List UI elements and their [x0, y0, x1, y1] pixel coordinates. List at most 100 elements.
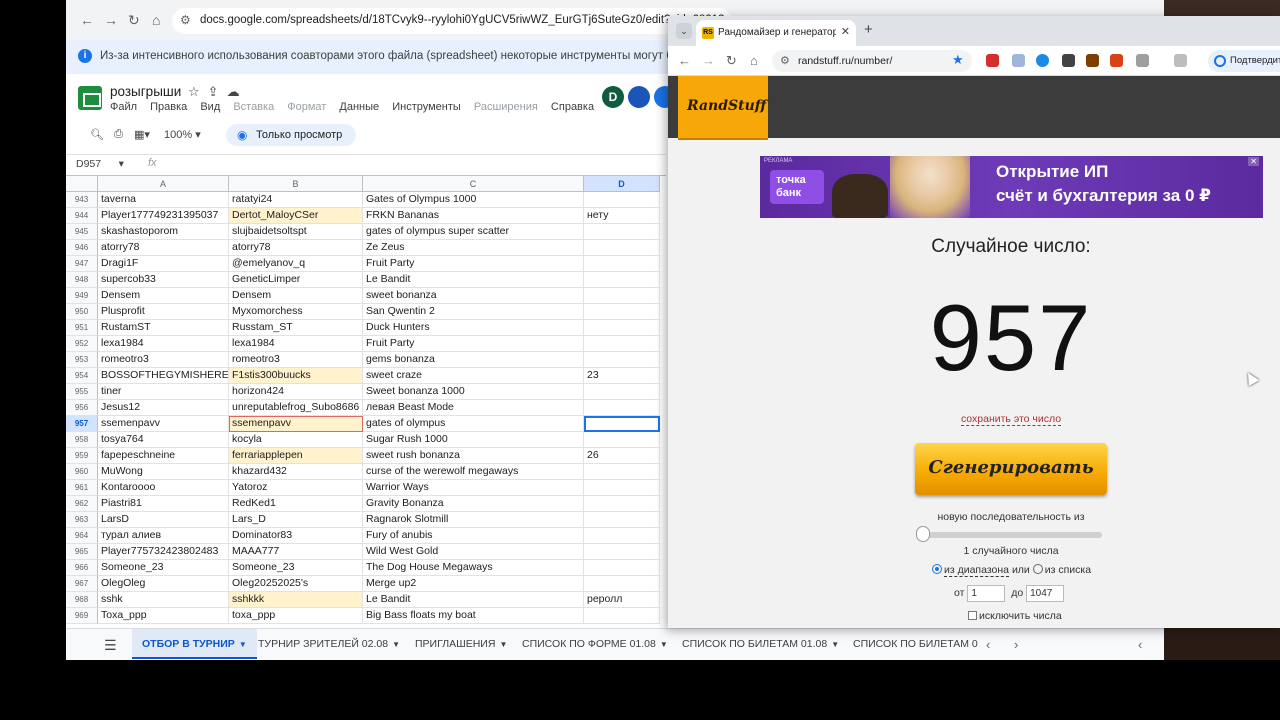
- cell-c[interactable]: Fury of anubis: [363, 528, 584, 544]
- menu-extensions[interactable]: Расширения: [474, 101, 538, 113]
- to-input[interactable]: [1026, 585, 1065, 602]
- cell-d[interactable]: [584, 352, 660, 368]
- cell-d[interactable]: [584, 240, 660, 256]
- row-header[interactable]: 958: [66, 432, 98, 448]
- bookmarks-icon[interactable]: [1174, 54, 1187, 67]
- cell-a[interactable]: Dragi1F: [98, 256, 229, 272]
- cell-d[interactable]: [584, 320, 660, 336]
- cell-a[interactable]: skashastoporom: [98, 224, 229, 240]
- column-header-a[interactable]: A: [98, 176, 229, 192]
- all-sheets-icon[interactable]: ☰: [104, 637, 117, 654]
- ad-banner[interactable]: РЕКЛАМА ✕ точка банк Открытие ИП счёт и б…: [760, 156, 1263, 218]
- cell-a[interactable]: fapepeschneine: [98, 448, 229, 464]
- row-header[interactable]: 949: [66, 288, 98, 304]
- list-mode-label[interactable]: из списка: [1045, 564, 1091, 576]
- menu-format[interactable]: Формат: [287, 101, 326, 113]
- cell-b[interactable]: ferrariapplepen: [229, 448, 363, 464]
- cell-d[interactable]: [584, 528, 660, 544]
- cell-d[interactable]: [584, 560, 660, 576]
- sheets-logo-icon[interactable]: [78, 86, 102, 110]
- home-icon[interactable]: ⌂: [750, 53, 758, 68]
- cell-a[interactable]: atorry78: [98, 240, 229, 256]
- tab-selection[interactable]: ОТБОР В ТУРНИР ▼: [132, 629, 257, 659]
- cell-a[interactable]: Plusprofit: [98, 304, 229, 320]
- cell-a[interactable]: sshk: [98, 592, 229, 608]
- cell-a[interactable]: Piastri81: [98, 496, 229, 512]
- print-icon[interactable]: ⎙: [114, 128, 123, 141]
- reload-icon[interactable]: ↻: [726, 53, 737, 69]
- cell-a[interactable]: Densem: [98, 288, 229, 304]
- spreadsheet-grid[interactable]: A B C D 943 taverna ratatyi24 Gates of Olym…: [66, 175, 666, 624]
- cell-c[interactable]: Merge up2: [363, 576, 584, 592]
- tab-tickets-list[interactable]: СПИСОК ПО БИЛЕТАМ 01.08 ▼: [672, 629, 849, 659]
- cell-a[interactable]: Someone_23: [98, 560, 229, 576]
- row-header[interactable]: 968: [66, 592, 98, 608]
- avatar[interactable]: D: [602, 86, 624, 108]
- cell-c[interactable]: sweet rush bonanza: [363, 448, 584, 464]
- row-header[interactable]: 959: [66, 448, 98, 464]
- format-paint-icon[interactable]: ▦▾: [134, 128, 150, 141]
- cell-c[interactable]: Gravity Bonanza: [363, 496, 584, 512]
- cell-c[interactable]: curse of the werewolf megaways: [363, 464, 584, 480]
- exclude-checkbox[interactable]: [968, 611, 977, 620]
- cell-d[interactable]: [584, 272, 660, 288]
- cell-a[interactable]: tiner: [98, 384, 229, 400]
- list-radio[interactable]: [1032, 564, 1043, 574]
- extensions-puzzle-icon[interactable]: [1136, 54, 1149, 67]
- cell-b[interactable]: ratatyi24: [229, 192, 363, 208]
- tab-viewers-tournament[interactable]: ТУРНИР ЗРИТЕЛЕЙ 02.08 ▼: [248, 629, 410, 659]
- cell-c[interactable]: sweet craze: [363, 368, 584, 384]
- cell-a[interactable]: MuWong: [98, 464, 229, 480]
- row-header[interactable]: 954: [66, 368, 98, 384]
- save-number-text[interactable]: сохранить это число: [960, 413, 1062, 426]
- cell-d[interactable]: [584, 496, 660, 512]
- cell-c[interactable]: gems bonanza: [363, 352, 584, 368]
- row-header[interactable]: 964: [66, 528, 98, 544]
- cell-c[interactable]: sweet bonanza: [363, 288, 584, 304]
- cell-d[interactable]: 26: [584, 448, 660, 464]
- cell-a[interactable]: Player775732423802483: [98, 544, 229, 560]
- cell-d[interactable]: реролл: [584, 592, 660, 608]
- randstuff-address-bar[interactable]: ⚙ randstuff.ru/number/: [772, 50, 972, 72]
- home-icon[interactable]: ⌂: [152, 12, 160, 28]
- cell-d[interactable]: [584, 192, 660, 208]
- cell-c[interactable]: San Qwentin 2: [363, 304, 584, 320]
- cell-a[interactable]: taverna: [98, 192, 229, 208]
- row-header[interactable]: 956: [66, 400, 98, 416]
- extension-icon[interactable]: [1012, 54, 1025, 67]
- cell-a[interactable]: romeotro3: [98, 352, 229, 368]
- cell-d[interactable]: [584, 400, 660, 416]
- zoom-select[interactable]: 100% ▾: [164, 128, 201, 141]
- tab-form-list[interactable]: СПИСОК ПО ФОРМЕ 01.08 ▼: [512, 629, 678, 659]
- forward-icon[interactable]: →: [104, 12, 118, 28]
- cell-a[interactable]: Jesus12: [98, 400, 229, 416]
- ad-close-icon[interactable]: ✕: [1248, 157, 1259, 166]
- extension-icon[interactable]: [1036, 54, 1049, 67]
- view-only-badge[interactable]: ◉ Только просмотр: [226, 124, 357, 146]
- name-box[interactable]: D957 ▾: [76, 158, 124, 170]
- tab-search-icon[interactable]: ⌄: [676, 23, 692, 39]
- cell-b[interactable]: ssemenpavv: [229, 416, 363, 432]
- cell-d[interactable]: [584, 576, 660, 592]
- cell-b[interactable]: Densem: [229, 288, 363, 304]
- cell-b[interactable]: khazard432: [229, 464, 363, 480]
- cell-c[interactable]: Big Bass floats my boat: [363, 608, 584, 624]
- cell-a[interactable]: турал алиев: [98, 528, 229, 544]
- menu-help[interactable]: Справка: [551, 101, 594, 113]
- cell-d[interactable]: [584, 288, 660, 304]
- column-header-d[interactable]: D: [584, 176, 660, 192]
- cell-a[interactable]: BOSSOFTHEGYMISHERE: [98, 368, 229, 384]
- cloud-icon[interactable]: ☁: [227, 84, 248, 99]
- site-settings-icon[interactable]: ⚙: [180, 13, 191, 27]
- row-header[interactable]: 950: [66, 304, 98, 320]
- cell-b[interactable]: kocyla: [229, 432, 363, 448]
- scroll-tabs-left-icon[interactable]: ‹: [986, 637, 990, 652]
- cell-b[interactable]: unreputablefrog_Subo8686: [229, 400, 363, 416]
- cell-b[interactable]: romeotro3: [229, 352, 363, 368]
- back-icon[interactable]: ←: [678, 53, 691, 68]
- cell-d[interactable]: [584, 336, 660, 352]
- menu-tools[interactable]: Инструменты: [392, 101, 461, 113]
- cell-a[interactable]: supercob33: [98, 272, 229, 288]
- range-radio[interactable]: [932, 564, 942, 574]
- cell-d[interactable]: [584, 224, 660, 240]
